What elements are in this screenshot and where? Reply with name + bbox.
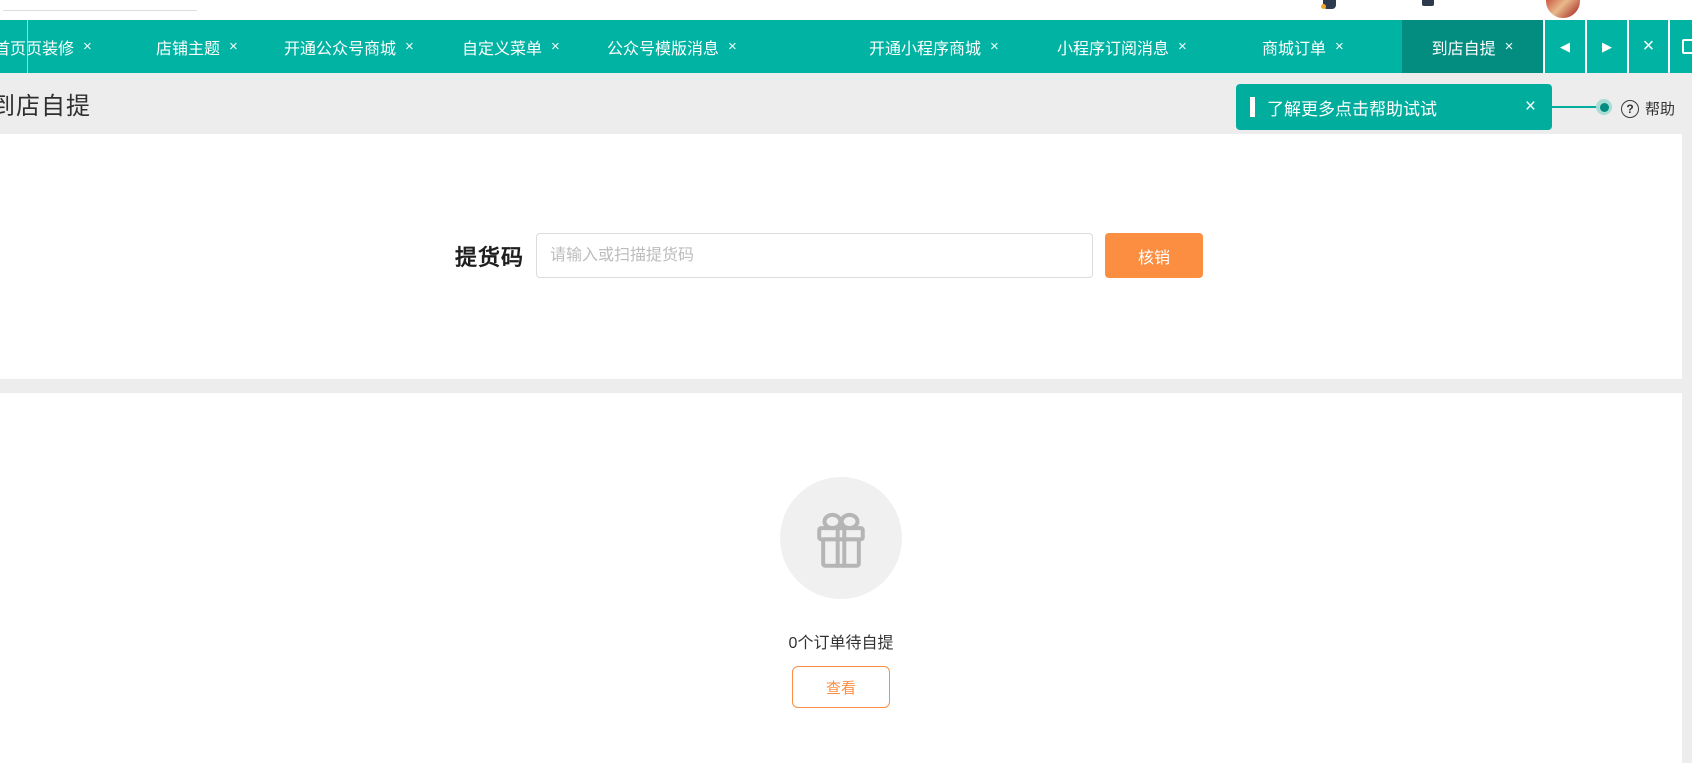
- tab-label: 页装修: [26, 40, 75, 58]
- tab-label: 公众号模版消息: [607, 40, 720, 58]
- tab-item-active[interactable]: 到店自提 ×: [1402, 20, 1543, 73]
- tab-label: 店铺主题: [156, 40, 221, 58]
- page-title: 到店自提: [0, 93, 91, 120]
- tab-item[interactable]: 页装修 ×: [26, 20, 92, 73]
- banner-marker: [1250, 97, 1255, 117]
- pickup-code-label: 提货码: [454, 244, 524, 270]
- tab-item[interactable]: 店铺主题 ×: [156, 20, 238, 73]
- tab-item[interactable]: 自定义菜单 ×: [462, 20, 560, 73]
- tab-close-icon[interactable]: ×: [1335, 38, 1344, 55]
- app-window: 首页 页装修 × 店铺主题 × 开通公众号商城 × 自定义菜单 × 公众号模版消息 × 开通小程序商城…: [0, 0, 1692, 763]
- tab-label: 自定义菜单: [462, 40, 543, 58]
- tab-label: 开通公众号商城: [284, 40, 397, 58]
- top-strip: [0, 0, 1692, 20]
- tab-item[interactable]: 开通小程序商城 ×: [869, 20, 999, 73]
- tab-item[interactable]: 开通公众号商城 ×: [284, 20, 414, 73]
- tabs-expand-button[interactable]: [1668, 20, 1692, 73]
- tabs-scroll-left-button[interactable]: ◀: [1543, 20, 1585, 73]
- tab-close-icon[interactable]: ×: [1505, 38, 1514, 55]
- pickup-code-row: 提货码 核销: [0, 233, 1670, 278]
- banner-connector-line: [1552, 106, 1598, 108]
- empty-state: 0个订单待自提 查看: [0, 393, 1682, 708]
- view-orders-button[interactable]: 查看: [792, 666, 890, 708]
- tab-close-icon[interactable]: ×: [405, 38, 414, 55]
- tab-label: 开通小程序商城: [869, 40, 982, 58]
- tab-close-icon[interactable]: ×: [83, 38, 92, 55]
- tab-bar: 首页 页装修 × 店铺主题 × 开通公众号商城 × 自定义菜单 × 公众号模版消息 × 开通小程序商城…: [0, 20, 1692, 73]
- tab-close-icon[interactable]: ×: [551, 38, 560, 55]
- banner-text: 了解更多点击帮助试试: [1267, 99, 1437, 119]
- banner-connector-dot: [1596, 99, 1612, 115]
- tab-close-icon[interactable]: ×: [229, 38, 238, 55]
- banner-close-icon[interactable]: ×: [1525, 96, 1536, 118]
- tabs-close-all-button[interactable]: ×: [1627, 20, 1668, 73]
- screen-icon[interactable]: [1422, 0, 1434, 6]
- help-link[interactable]: ? 帮助: [1621, 98, 1675, 119]
- pending-orders-card: 0个订单待自提 查看: [0, 393, 1682, 763]
- question-circle-icon: ?: [1621, 99, 1639, 118]
- help-tooltip-banner: 了解更多点击帮助试试 ×: [1236, 84, 1552, 130]
- pen-icon[interactable]: [1321, 0, 1336, 9]
- help-link-label: 帮助: [1645, 101, 1676, 118]
- tab-label: 商城订单: [1262, 40, 1327, 58]
- tab-item[interactable]: 首页: [0, 20, 26, 73]
- clipped-toolbar-divider: [3, 10, 197, 11]
- tab-item[interactable]: 商城订单 ×: [1262, 20, 1344, 73]
- tab-close-icon[interactable]: ×: [1178, 38, 1187, 55]
- user-avatar[interactable]: [1546, 0, 1580, 18]
- tab-label: 到店自提: [1431, 40, 1496, 58]
- tab-item[interactable]: 公众号模版消息 ×: [607, 20, 737, 73]
- pickup-code-input[interactable]: [536, 233, 1093, 278]
- expand-icon: [1681, 39, 1692, 54]
- tab-close-icon[interactable]: ×: [990, 38, 999, 55]
- tabs-scroll-right-button[interactable]: ▶: [1585, 20, 1627, 73]
- pickup-code-card: 提货码 核销: [0, 134, 1682, 379]
- tab-item[interactable]: 小程序订阅消息 ×: [1057, 20, 1187, 73]
- tab-label: 首页: [0, 40, 27, 58]
- tab-close-icon[interactable]: ×: [728, 38, 737, 55]
- pending-orders-count: 0个订单待自提: [788, 635, 894, 652]
- gift-icon: [780, 477, 902, 599]
- verify-button[interactable]: 核销: [1105, 233, 1203, 278]
- tab-label: 小程序订阅消息: [1057, 40, 1170, 58]
